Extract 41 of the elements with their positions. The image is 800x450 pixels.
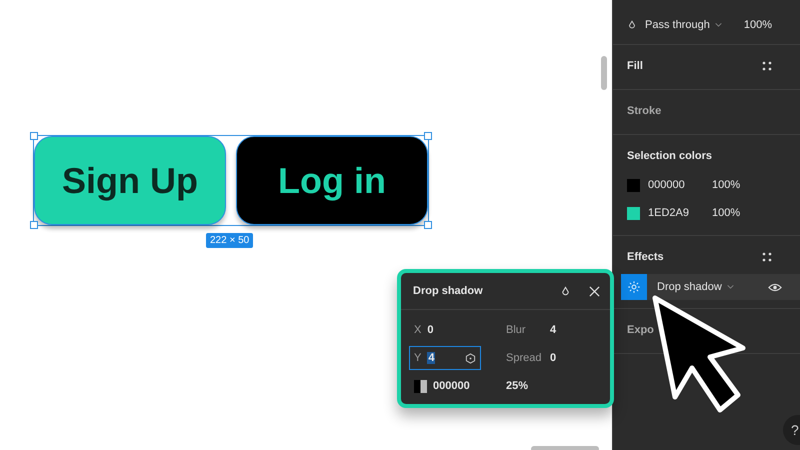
resize-handle[interactable] xyxy=(424,132,432,140)
eye-icon[interactable] xyxy=(768,282,782,292)
popup-title: Drop shadow xyxy=(413,285,484,297)
sun-icon xyxy=(627,280,641,294)
drop-icon xyxy=(627,20,637,30)
color-opacity[interactable]: 100% xyxy=(712,207,740,219)
color-opacity[interactable]: 100% xyxy=(712,179,740,191)
styles-icon[interactable] xyxy=(762,61,772,71)
section-title: Stroke xyxy=(627,105,662,117)
shadow-opacity[interactable]: 25% xyxy=(506,380,528,392)
color-swatch[interactable] xyxy=(414,380,427,392)
effect-type-dropdown[interactable]: Drop shadow xyxy=(657,281,758,293)
chevron-down-icon xyxy=(726,285,734,289)
color-hex[interactable]: 000000 xyxy=(648,179,704,191)
value-field[interactable]: X 0 xyxy=(409,318,481,342)
resize-handle[interactable] xyxy=(30,221,38,229)
value-field[interactable]: Blur 4 xyxy=(501,318,602,342)
resize-handle[interactable] xyxy=(424,221,432,229)
styles-icon[interactable] xyxy=(762,252,772,262)
scrollbar[interactable] xyxy=(601,56,607,90)
variable-icon[interactable] xyxy=(465,352,476,364)
drop-icon[interactable] xyxy=(560,286,571,296)
close-icon[interactable] xyxy=(589,286,600,296)
color-hex[interactable]: 1ED2A9 xyxy=(648,207,704,219)
layer-opacity[interactable]: 100% xyxy=(744,19,772,31)
section-title: Effects xyxy=(627,251,665,263)
section-title: Expo xyxy=(627,324,655,336)
section-title: Selection colors xyxy=(627,150,713,162)
value-field[interactable]: Spread 0 xyxy=(501,346,602,370)
blend-mode-dropdown[interactable]: Pass through xyxy=(645,19,722,31)
help-button[interactable]: ? xyxy=(783,415,800,445)
chevron-down-icon xyxy=(714,23,722,27)
section-title: Fill xyxy=(627,60,644,72)
color-swatch[interactable] xyxy=(627,206,640,220)
color-swatch[interactable] xyxy=(627,178,640,192)
shadow-color-hex[interactable]: 000000 xyxy=(433,380,470,392)
effect-settings-button[interactable] xyxy=(621,274,647,300)
effect-row[interactable]: Drop shadow xyxy=(621,274,800,300)
size-label: 222 × 50 xyxy=(206,233,254,248)
resize-handle[interactable] xyxy=(30,132,38,140)
value-field[interactable]: Y 4 xyxy=(409,346,481,370)
